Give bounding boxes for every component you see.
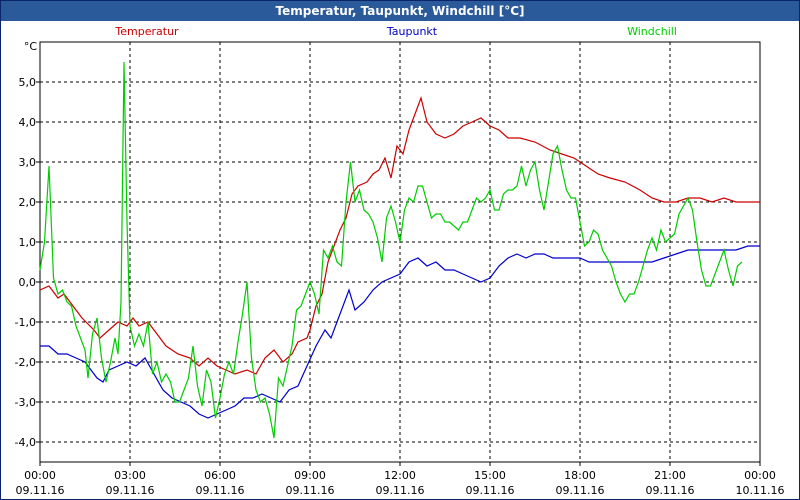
- legend-temperatur: Temperatur: [114, 25, 179, 38]
- y-tick-label: 0,0: [19, 276, 37, 289]
- x-tick-time: 00:00: [744, 469, 776, 482]
- y-tick-label: -3,0: [15, 396, 36, 409]
- chart-area: 5,0 4,0 3,0 2,0 1,0 0,0 -1,0 -2,0 -3,0 -4,0 00:00 0…: [15, 25, 785, 497]
- x-tick-date: 09.11.16: [466, 484, 515, 497]
- x-tick-time: 09:00: [294, 469, 326, 482]
- y-tick-label: 3,0: [19, 156, 37, 169]
- y-tick-label: 2,0: [19, 196, 37, 209]
- y-tick-label: 5,0: [19, 76, 37, 89]
- x-tick-date: 09.11.16: [16, 484, 65, 497]
- x-tick-time: 06:00: [204, 469, 236, 482]
- x-tick-time: 21:00: [654, 469, 686, 482]
- series-lines: [39, 61, 760, 439]
- x-tick-time: 00:00: [24, 469, 56, 482]
- x-tick-time: 03:00: [114, 469, 146, 482]
- x-tick-date: 09.11.16: [646, 484, 695, 497]
- legend-taupunkt: Taupunkt: [386, 25, 438, 38]
- y-tick-label: -2,0: [15, 356, 36, 369]
- x-tick-time: 18:00: [564, 469, 596, 482]
- x-tick-date: 09.11.16: [106, 484, 155, 497]
- series-line-windchill: [39, 61, 743, 439]
- y-tick-label: 4,0: [19, 116, 37, 129]
- x-tick-time: 12:00: [384, 469, 416, 482]
- x-tick-date: 09.11.16: [286, 484, 335, 497]
- y-unit-label: °C: [24, 40, 38, 53]
- y-tick-label: -4,0: [15, 436, 36, 449]
- legend-windchill: Windchill: [627, 25, 677, 38]
- x-tick-date: 09.11.16: [376, 484, 425, 497]
- x-tick-date: 09.11.16: [196, 484, 245, 497]
- y-tick-label: 1,0: [19, 236, 37, 249]
- x-tick-time: 15:00: [474, 469, 506, 482]
- x-tick-date: 10.11.16: [736, 484, 785, 497]
- grid: [40, 42, 760, 462]
- x-tick-date: 09.11.16: [556, 484, 605, 497]
- y-tick-label: -1,0: [15, 316, 36, 329]
